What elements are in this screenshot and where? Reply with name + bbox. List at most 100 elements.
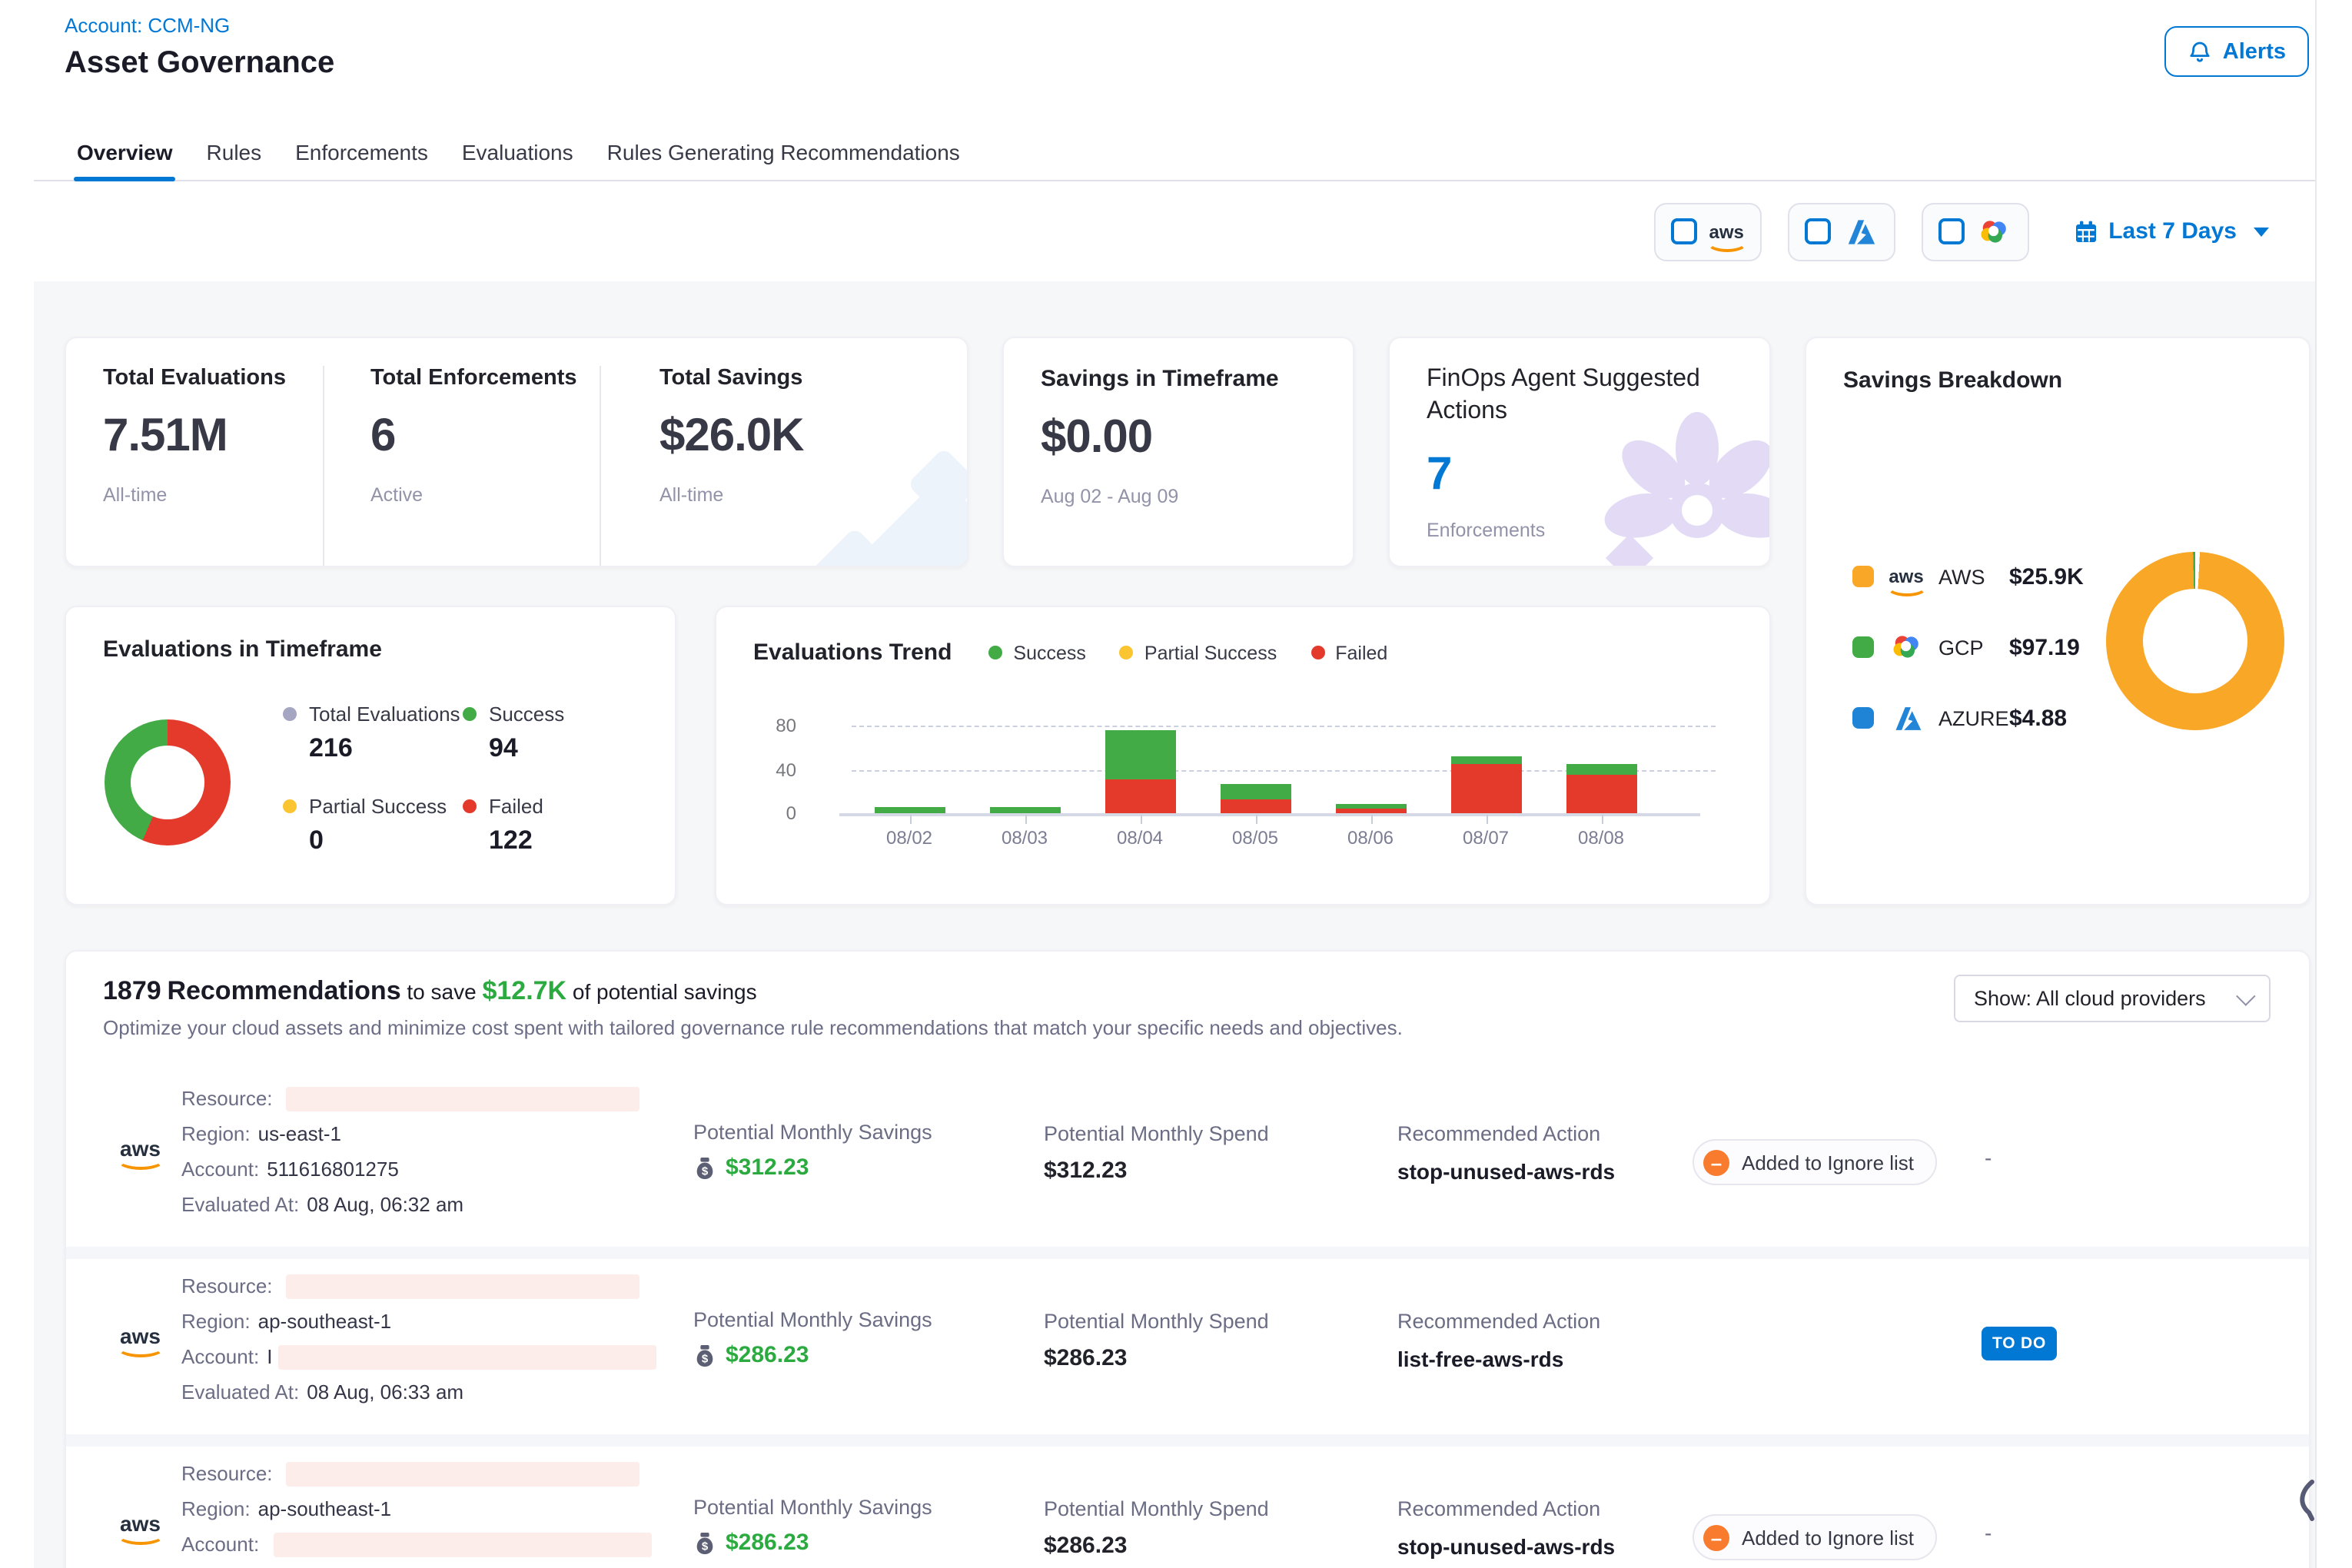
savings-breakdown-donut-chart: [2106, 552, 2284, 730]
main-panel: Account: CCM-NG Asset Governance Alerts …: [34, 0, 2317, 1568]
aws-logo-icon: aws: [120, 1138, 161, 1159]
chevron-down-icon: [2236, 986, 2255, 1005]
bar-segment-success: [874, 808, 945, 813]
tab-enforcements[interactable]: Enforcements: [278, 123, 445, 180]
legend-item-gcp: GCP $97.19: [1852, 629, 2084, 666]
gcp-checkbox[interactable]: [1938, 218, 1965, 244]
potential-monthly-savings: Potential Monthly Savings $ $286.23: [693, 1308, 932, 1368]
row-separator: [66, 1434, 2309, 1447]
total-enforcements-stat: Total Enforcements 6 Active: [324, 366, 601, 566]
gcp-logo-icon: [1889, 630, 1923, 664]
trend-legend: Success Partial Success Failed: [988, 642, 1387, 663]
failed-dot: [463, 799, 477, 813]
stat-title: Total Savings: [659, 366, 967, 390]
resource-details: Resource: Region:us-east-1 Account:51161…: [181, 1081, 640, 1222]
legend-item-failed: Failed: [1311, 642, 1387, 663]
account-label: Account:: [181, 1345, 259, 1368]
tab-evaluations[interactable]: Evaluations: [445, 123, 590, 180]
region-label: Region:: [181, 1497, 251, 1520]
evaluated-label: Evaluated At:: [181, 1380, 299, 1404]
legend-value: 0: [309, 826, 463, 856]
page-title: Asset Governance: [65, 46, 334, 81]
legend-item-aws: aws AWS $25.9K: [1852, 558, 2084, 595]
date-range-selector[interactable]: Last 7 Days: [2073, 218, 2269, 244]
bar-segment-success: [1566, 764, 1636, 776]
svg-text:$: $: [702, 1539, 709, 1552]
aws-logo-icon: aws: [120, 1513, 161, 1534]
tab-rules-generating-recommendations[interactable]: Rules Generating Recommendations: [590, 123, 977, 180]
potential-monthly-savings: Potential Monthly Savings $ $312.23: [693, 1121, 932, 1181]
alerts-button-label: Alerts: [2223, 39, 2286, 64]
card-title: Evaluations Trend: [753, 639, 952, 666]
savings-breakdown-legend: aws AWS $25.9K GCP: [1852, 558, 2084, 770]
recommendations-subtitle: Optimize your cloud assets and minimize …: [103, 1016, 1403, 1039]
azure-filter-chip[interactable]: [1787, 202, 1895, 261]
column-header: Recommended Action: [1397, 1122, 1615, 1145]
legend-value: $97.19: [2009, 634, 2080, 660]
bar-segment-failed: [1220, 800, 1291, 813]
asset-governance-page: Account: CCM-NG Asset Governance Alerts …: [0, 0, 2352, 1568]
redacted-resource: [287, 1274, 640, 1298]
savings-in-timeframe-card: Savings in Timeframe $0.00 Aug 02 - Aug …: [1002, 337, 1354, 567]
success-dot: [988, 646, 1002, 659]
account-value: I: [267, 1345, 272, 1368]
recommendation-row[interactable]: aws Resource: Region:ap-southeast-1 Acco…: [66, 1259, 2309, 1434]
bar-segment-success: [1105, 729, 1175, 779]
bar-segment-success: [1335, 803, 1406, 809]
legend-item-success: Success 94: [463, 703, 643, 764]
redacted-account: [273, 1532, 651, 1556]
column-header: Potential Monthly Spend: [1044, 1310, 1269, 1333]
y-axis-tick-40: 40: [744, 759, 796, 781]
region-label: Region:: [181, 1122, 251, 1145]
bell-icon: [2188, 39, 2212, 64]
region-value: ap-southeast-1: [258, 1310, 391, 1333]
gcp-filter-chip[interactable]: [1921, 202, 2028, 261]
savings-breakdown-card: Savings Breakdown aws AWS $25.9K: [1805, 337, 2310, 905]
legend-value: $25.9K: [2009, 563, 2084, 590]
evaluated-value: 08 Aug, 06:32 am: [307, 1193, 463, 1216]
todo-status-badge: TO DO: [1982, 1327, 2057, 1360]
y-axis-tick-80: 80: [744, 715, 796, 736]
stat-subtitle: All-time: [103, 484, 323, 506]
legend-label: Success: [489, 703, 564, 726]
gcp-logo-icon: [1977, 214, 2011, 248]
aws-filter-chip[interactable]: aws: [1653, 202, 1761, 261]
aws-swatch: [1852, 566, 1874, 587]
account-value: 511616801275: [267, 1158, 399, 1181]
select-value: Show: All cloud providers: [1974, 987, 2206, 1010]
minus-circle-icon: –: [1703, 1524, 1729, 1550]
resource-label: Resource:: [181, 1087, 273, 1110]
aws-checkbox[interactable]: [1671, 218, 1697, 244]
legend-label: Success: [1013, 642, 1086, 663]
alerts-button[interactable]: Alerts: [2164, 26, 2309, 77]
stat-value: 7.51M: [103, 410, 323, 463]
recommendation-row[interactable]: aws Resource: Region:ap-southeast-1 Acco…: [66, 1447, 2309, 1568]
trend-bar-group: [852, 686, 967, 813]
azure-checkbox[interactable]: [1805, 218, 1831, 244]
failed-dot: [1311, 646, 1324, 659]
cloud-provider-filter-select[interactable]: Show: All cloud providers: [1954, 975, 2271, 1022]
recommendation-row[interactable]: aws Resource: Region:us-east-1 Account:5…: [66, 1071, 2309, 1247]
legend-label: Partial Success: [1144, 642, 1277, 663]
potential-monthly-spend: Potential Monthly Spend $286.23: [1044, 1497, 1269, 1559]
column-header: Potential Monthly Spend: [1044, 1122, 1269, 1145]
legend-label: AWS: [1938, 565, 2009, 588]
added-to-ignore-list-pill[interactable]: – Added to Ignore list: [1693, 1139, 1937, 1185]
savings-value: $286.23: [726, 1342, 809, 1368]
x-axis-label: 08/05: [1198, 827, 1313, 849]
minus-circle-icon: –: [1703, 1149, 1729, 1175]
account-label: Account:: [181, 1533, 259, 1556]
action-value: list-free-aws-rds: [1397, 1347, 1600, 1371]
top-bar: Account: CCM-NG Asset Governance Alerts: [34, 0, 2315, 123]
stat-value: 6: [370, 410, 600, 463]
added-to-ignore-list-pill[interactable]: – Added to Ignore list: [1693, 1514, 1937, 1560]
resource-label: Resource:: [181, 1274, 273, 1297]
account-breadcrumb[interactable]: Account: CCM-NG: [65, 14, 230, 37]
edge-widget-partial-icon[interactable]: [2297, 1479, 2317, 1537]
tab-rules[interactable]: Rules: [190, 123, 279, 180]
legend-label: GCP: [1938, 636, 2009, 659]
trend-bar-group: [967, 686, 1082, 813]
tab-overview[interactable]: Overview: [60, 123, 190, 180]
legend-item-azure: AZURE $4.88: [1852, 699, 2084, 736]
resource-label: Resource:: [181, 1462, 273, 1485]
